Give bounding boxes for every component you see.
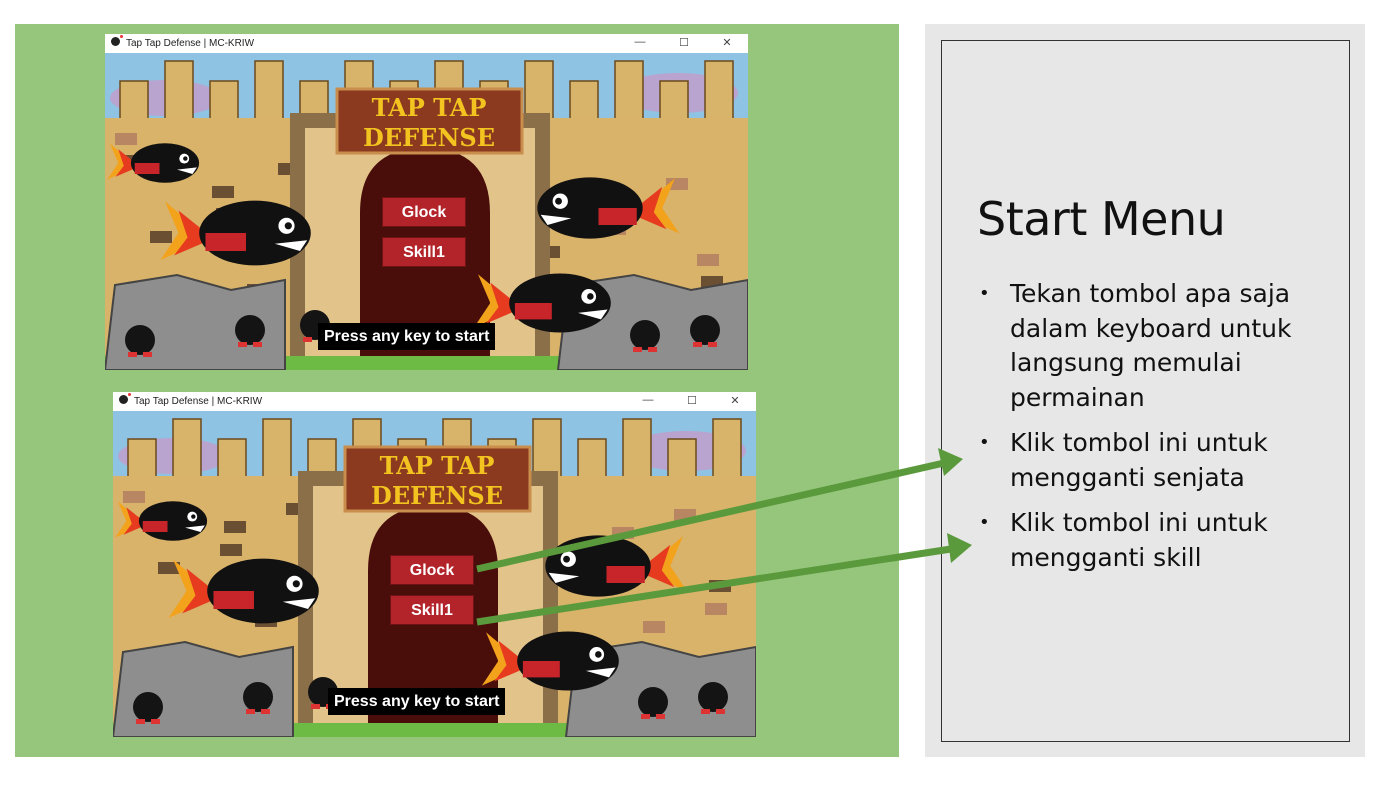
arrow-weapon — [476, 448, 963, 573]
callout-arrows — [476, 448, 972, 626]
arrow-skill — [476, 533, 972, 626]
